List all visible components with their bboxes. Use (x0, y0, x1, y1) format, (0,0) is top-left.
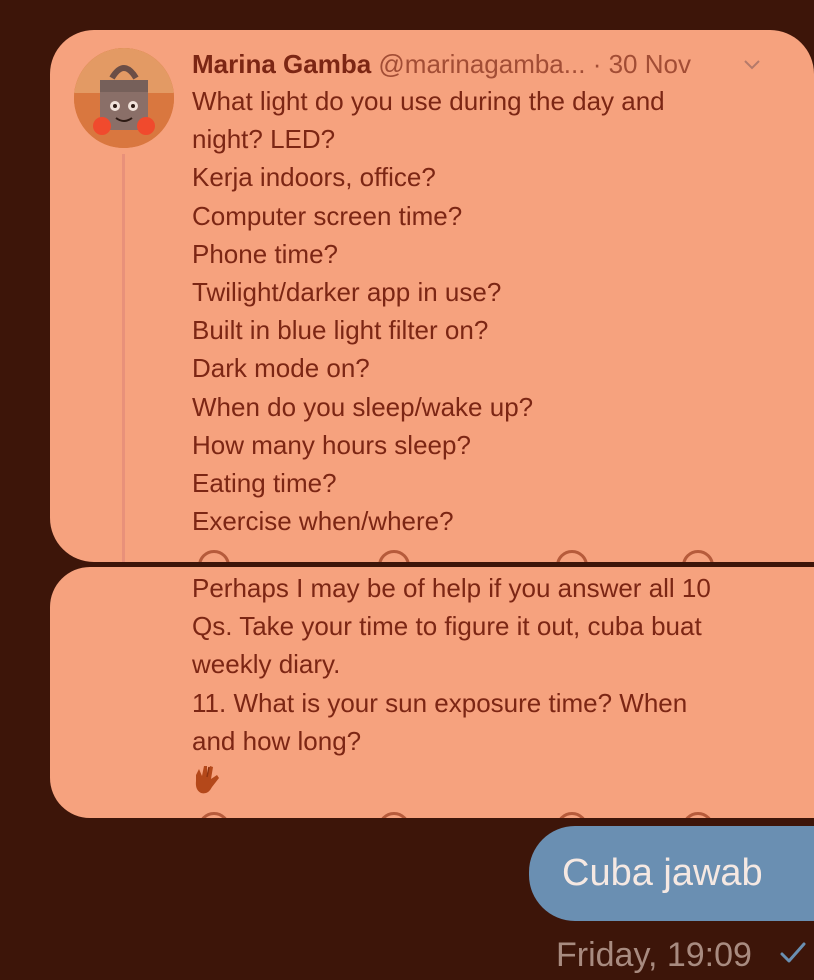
tweet-line: When do you sleep/wake up? (192, 391, 534, 422)
reply-line: 11. What is your sun exposure time? When (192, 687, 688, 718)
like-icon[interactable] (556, 550, 588, 562)
tweet-line: Exercise when/where? (192, 506, 454, 537)
reply-action-icons (192, 812, 752, 818)
reply-line: Perhaps I may be of help if you answer a… (192, 573, 711, 603)
tweet-date: 30 Nov (608, 49, 691, 79)
tweet-line: Computer screen time? (192, 200, 463, 231)
tweet-header: Marina Gamba @marinagamba... · 30 Nov (192, 46, 792, 82)
thread-connector-line (122, 154, 125, 562)
chevron-down-icon[interactable] (742, 54, 762, 74)
reply-body: Perhaps I may be of help if you answer a… (192, 569, 802, 760)
reply-icon[interactable] (198, 812, 230, 818)
reply-icon[interactable] (198, 550, 230, 562)
share-icon[interactable] (682, 812, 714, 818)
vulcan-salute-icon (195, 766, 219, 794)
author-handle[interactable]: @marinagamba... (378, 49, 585, 79)
header-separator: · (592, 49, 602, 79)
tweet-action-icons (192, 550, 752, 562)
tweet-line: Phone time? (192, 238, 338, 269)
tweet-line: What light do you use during the day and (192, 86, 665, 116)
outgoing-message-bubble[interactable]: Cuba jawab (529, 826, 814, 921)
message-text: Cuba jawab (562, 852, 763, 894)
tweet-line: How many hours sleep? (192, 429, 471, 460)
reply-line: weekly diary. (192, 649, 341, 680)
tweet-line: Twilight/darker app in use? (192, 277, 502, 308)
tweet-line: Kerja indoors, office? (192, 162, 436, 193)
reply-line: Qs. Take your time to figure it out, cub… (192, 611, 702, 642)
like-icon[interactable] (556, 812, 588, 818)
tweet-line: Eating time? (192, 468, 337, 499)
tweet-line: night? LED? (192, 124, 336, 155)
tweet-body: What light do you use during the day and… (192, 82, 792, 540)
author-name[interactable]: Marina Gamba (192, 49, 371, 79)
retweet-icon[interactable] (378, 812, 410, 818)
tweet-line: Dark mode on? (192, 353, 370, 384)
tweet-line: Built in blue light filter on? (192, 315, 489, 346)
reply-tweet-card[interactable]: Perhaps I may be of help if you answer a… (50, 567, 814, 818)
retweet-icon[interactable] (378, 550, 410, 562)
check-icon (780, 942, 806, 963)
share-icon[interactable] (682, 550, 714, 562)
quoted-tweet-card[interactable]: Marina Gamba @marinagamba... · 30 Nov Wh… (50, 30, 814, 562)
chat-screen: Marina Gamba @marinagamba... · 30 Nov Wh… (0, 0, 814, 980)
bag-avatar-icon (74, 48, 174, 148)
author-avatar[interactable] (74, 48, 174, 148)
reply-line: and how long? (192, 725, 362, 756)
message-timestamp: Friday, 19:09 (556, 936, 752, 974)
